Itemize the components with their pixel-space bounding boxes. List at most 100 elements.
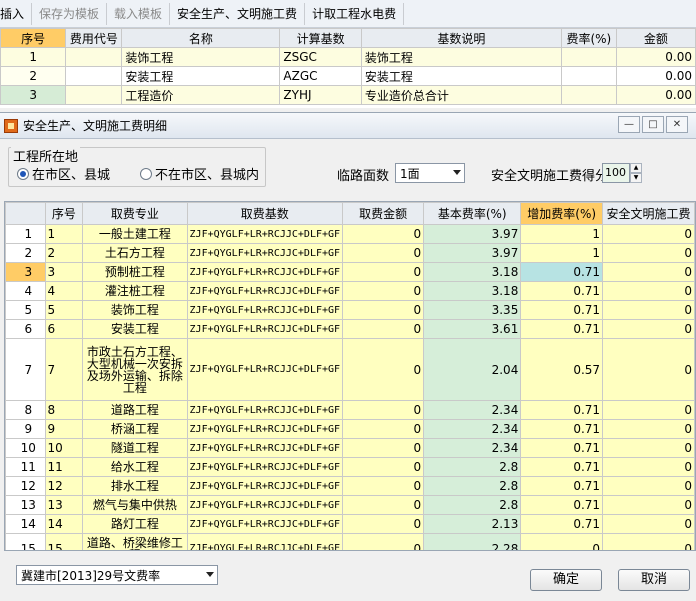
cell-rownum[interactable]: 4 (5, 281, 46, 301)
cell-amount[interactable]: 0 (342, 533, 425, 550)
cell-no[interactable]: 2 (44, 243, 84, 263)
cell-no[interactable]: 10 (44, 438, 84, 458)
cell-spec[interactable]: 道路工程 (82, 400, 188, 420)
cell-safety-fee[interactable]: 0 (602, 457, 695, 477)
cell-spec[interactable]: 装饰工程 (82, 300, 188, 320)
cell-name[interactable]: 装饰工程 (121, 47, 281, 67)
cell-no[interactable]: 14 (44, 514, 84, 534)
cell-basic-rate[interactable]: 3.18 (423, 281, 522, 301)
cell-rownum[interactable]: 2 (5, 243, 46, 263)
cell-rownum[interactable]: 7 (5, 338, 46, 401)
cell-basic-rate[interactable]: 2.28 (423, 533, 522, 550)
cell-amount[interactable]: 0 (342, 281, 425, 301)
table-row[interactable]: 9 9 桥涵工程 ZJF+QYGLF+LR+RCJJC+DLF+GF 0 2.34 0.71… (5, 419, 695, 439)
cell-rownum[interactable]: 10 (5, 438, 46, 458)
cell-amount[interactable]: 0.00 (615, 47, 696, 67)
col-header-name[interactable]: 名称 (121, 28, 281, 48)
radio-unchecked-icon[interactable] (140, 167, 153, 180)
cell-no[interactable]: 4 (44, 281, 84, 301)
cell-base[interactable]: ZSGC (279, 47, 362, 67)
cell-code[interactable] (65, 85, 123, 105)
cell-spec[interactable]: 桥涵工程 (82, 419, 188, 439)
cell-amount[interactable]: 0 (342, 438, 425, 458)
cell-amount[interactable]: 0.00 (615, 85, 696, 105)
cancel-button[interactable]: 取消 (618, 569, 690, 591)
cell-rate[interactable] (560, 85, 617, 105)
cell-rownum[interactable]: 15 (5, 533, 46, 550)
cell-spec[interactable]: 灌注桩工程 (82, 281, 188, 301)
cell-base[interactable]: ZJF+QYGLF+LR+RCJJC+DLF+GF (186, 300, 344, 320)
score-input[interactable]: 100 (602, 163, 630, 183)
cell-base[interactable]: ZJF+QYGLF+LR+RCJJC+DLF+GF (186, 419, 344, 439)
cell-safety-fee[interactable]: 0 (602, 419, 695, 439)
col-header-base[interactable]: 取费基数 (186, 202, 344, 225)
minimize-icon[interactable]: — (618, 116, 640, 133)
col-header-amount[interactable]: 金额 (615, 28, 696, 48)
cell-no[interactable]: 13 (44, 495, 84, 515)
cell-safety-fee[interactable]: 0 (602, 243, 695, 263)
spin-down-icon[interactable]: ▼ (630, 173, 642, 183)
cell-safety-fee[interactable]: 0 (602, 224, 695, 244)
cell-safety-fee[interactable]: 0 (602, 319, 695, 339)
cell-rownum[interactable]: 5 (5, 300, 46, 320)
safety-fee-button[interactable]: 安全生产、文明施工费 (170, 2, 306, 25)
table-row[interactable]: 4 4 灌注桩工程 ZJF+QYGLF+LR+RCJJC+DLF+GF 0 3.18 0.7… (5, 281, 695, 301)
cell-spec[interactable]: 市政土石方工程、大型机械一次安拆及场外运输、拆除工程 (82, 338, 188, 401)
cell-no[interactable]: 3 (44, 262, 84, 282)
table-row[interactable]: 3 3 预制桩工程 ZJF+QYGLF+LR+RCJJC+DLF+GF 0 3.18 0.7… (5, 262, 695, 282)
cell-amount[interactable]: 0 (342, 243, 425, 263)
cell-no[interactable]: 1 (0, 47, 67, 67)
col-header-no[interactable]: 序号 (44, 202, 84, 225)
cell-rownum[interactable]: 1 (5, 224, 46, 244)
cell-basic-rate[interactable]: 2.04 (423, 338, 522, 401)
cell-desc[interactable]: 安装工程 (360, 66, 562, 86)
insert-button[interactable]: 插入 (0, 2, 33, 25)
cell-base[interactable]: ZJF+QYGLF+LR+RCJJC+DLF+GF (186, 533, 344, 550)
cell-base[interactable]: ZJF+QYGLF+LR+RCJJC+DLF+GF (186, 338, 344, 401)
col-header-rownum[interactable] (5, 202, 46, 225)
cell-base[interactable]: ZJF+QYGLF+LR+RCJJC+DLF+GF (186, 319, 344, 339)
cell-base[interactable]: AZGC (279, 66, 362, 86)
cell-no[interactable]: 6 (44, 319, 84, 339)
cell-no[interactable]: 2 (0, 66, 67, 86)
col-header-rate[interactable]: 费率(%) (560, 28, 617, 48)
cell-no[interactable]: 7 (44, 338, 84, 401)
water-electric-fee-button[interactable]: 计取工程水电费 (305, 2, 405, 25)
cell-spec[interactable]: 隧道工程 (82, 438, 188, 458)
cell-add-rate[interactable]: 0.71 (520, 262, 604, 282)
cell-base[interactable]: ZJF+QYGLF+LR+RCJJC+DLF+GF (186, 400, 344, 420)
cell-add-rate[interactable]: 0.71 (520, 495, 604, 515)
cell-spec[interactable]: 燃气与集中供热 (82, 495, 188, 515)
cell-basic-rate[interactable]: 3.61 (423, 319, 522, 339)
cell-basic-rate[interactable]: 3.35 (423, 300, 522, 320)
cell-add-rate[interactable]: 1 (520, 243, 604, 263)
cell-amount[interactable]: 0 (342, 319, 425, 339)
table-row[interactable]: 10 10 隧道工程 ZJF+QYGLF+LR+RCJJC+DLF+GF 0 2.34 0.… (5, 438, 695, 458)
cell-rownum[interactable]: 14 (5, 514, 46, 534)
cell-safety-fee[interactable]: 0 (602, 495, 695, 515)
cell-add-rate[interactable]: 0.71 (520, 438, 604, 458)
col-header-basic-rate[interactable]: 基本费率(%) (423, 202, 522, 225)
cell-rownum[interactable]: 13 (5, 495, 46, 515)
table-row[interactable]: 6 6 安装工程 ZJF+QYGLF+LR+RCJJC+DLF+GF 0 3.61 0.71… (5, 319, 695, 339)
cell-amount[interactable]: 0 (342, 457, 425, 477)
cell-safety-fee[interactable]: 0 (602, 476, 695, 496)
cell-amount[interactable]: 0 (342, 338, 425, 401)
cell-amount[interactable]: 0 (342, 476, 425, 496)
cell-safety-fee[interactable]: 0 (602, 281, 695, 301)
rate-file-select[interactable]: 冀建市[2013]29号文费率 (16, 565, 218, 585)
col-header-no[interactable]: 序号 (0, 28, 67, 48)
cell-base[interactable]: ZJF+QYGLF+LR+RCJJC+DLF+GF (186, 438, 344, 458)
cell-name[interactable]: 工程造价 (121, 85, 281, 105)
cell-rownum[interactable]: 8 (5, 400, 46, 420)
table-row[interactable]: 2 2 土石方工程 ZJF+QYGLF+LR+RCJJC+DLF+GF 0 3.97 1 0 (5, 243, 695, 263)
cell-add-rate[interactable]: 0.71 (520, 400, 604, 420)
table-row[interactable]: 1 1 一般土建工程 ZJF+QYGLF+LR+RCJJC+DLF+GF 0 3.97 1 0 (5, 224, 695, 244)
cell-desc[interactable]: 装饰工程 (360, 47, 562, 67)
road-face-select[interactable]: 1面 (395, 163, 465, 183)
cell-safety-fee[interactable]: 0 (602, 300, 695, 320)
cell-basic-rate[interactable]: 2.8 (423, 476, 522, 496)
cell-add-rate[interactable]: 0 (520, 533, 604, 550)
cell-add-rate[interactable]: 0.71 (520, 457, 604, 477)
cell-spec[interactable]: 道路、桥梁维修工程 (82, 533, 188, 550)
